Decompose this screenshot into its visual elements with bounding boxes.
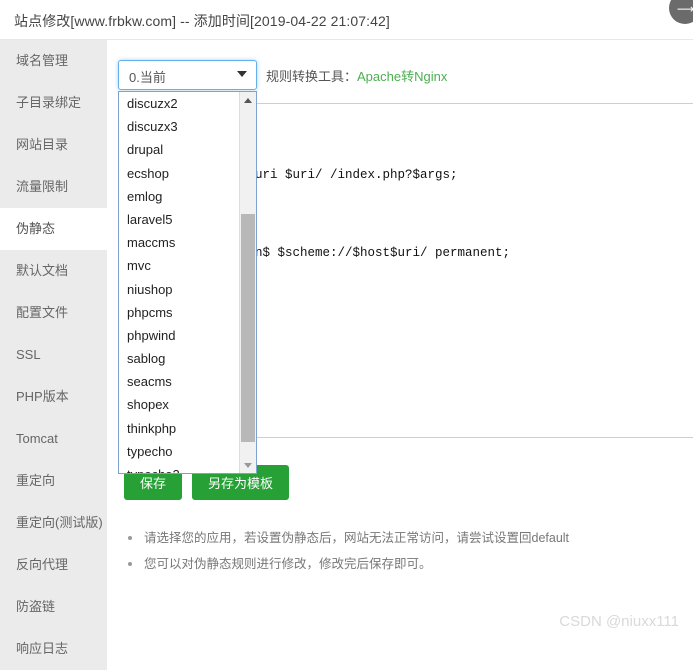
rules-textarea[interactable]: uri $uri/ /index.php?$args; n$ $scheme:/… <box>248 103 693 438</box>
sidebar-item[interactable]: PHP版本 <box>0 376 107 418</box>
watermark: CSDN @niuxx111 <box>559 613 679 630</box>
dropdown-option[interactable]: discuzx2 <box>119 92 239 115</box>
dropdown-option[interactable]: typecho <box>119 440 239 463</box>
window-titlebar: 站点修改[www.frbkw.com] -- 添加时间[2019-04-22 2… <box>0 0 693 40</box>
dropdown-option[interactable]: thinkphp <box>119 417 239 440</box>
notes-list: 请选择您的应用，若设置伪静态后，网站无法正常访问，请尝试设置回default 您可… <box>124 525 664 577</box>
sidebar-item[interactable]: 防盗链 <box>0 586 107 628</box>
app-select-value: 0.当前 <box>129 70 166 85</box>
triangle-down-glyph <box>244 463 252 468</box>
sidebar-item[interactable]: 子目录绑定 <box>0 82 107 124</box>
main-content: 0.当前 规则转换工具：Apache转Nginx uri $uri/ /inde… <box>107 40 693 648</box>
dropdown-option[interactable]: niushop <box>119 278 239 301</box>
triangle-down-icon[interactable] <box>240 457 256 473</box>
dropdown-option[interactable]: seacms <box>119 370 239 393</box>
dropdown-option[interactable]: drupal <box>119 138 239 161</box>
sidebar-item[interactable]: 重定向(测试版) <box>0 502 107 544</box>
app-select[interactable]: 0.当前 <box>118 60 257 90</box>
app-select-dropdown[interactable]: discuzx2 discuzx3 drupal ecshop emlog laravel… <box>118 91 257 474</box>
dropdown-option[interactable]: typecho2 <box>119 463 239 473</box>
expand-arrow-icon[interactable]: ⟶ <box>669 0 693 24</box>
dropdown-option[interactable]: maccms <box>119 231 239 254</box>
sidebar: 域名管理 子目录绑定 网站目录 流量限制 伪静态 默认文档 配置文件 SSL PHP版本 Tomc… <box>0 40 107 670</box>
chevron-down-icon <box>237 71 247 77</box>
triangle-up-icon[interactable] <box>240 92 256 108</box>
dropdown-scrollbar-thumb[interactable] <box>241 214 255 442</box>
sidebar-item[interactable]: 重定向 <box>0 460 107 502</box>
arrow-glyph: ⟶ <box>677 2 693 16</box>
sidebar-item[interactable]: 响应日志 <box>0 628 107 670</box>
toolbar-row: 0.当前 规则转换工具：Apache转Nginx <box>118 60 678 90</box>
converter-label: 规则转换工具： <box>266 69 358 84</box>
triangle-up-glyph <box>244 98 252 103</box>
converter-label-wrap: 规则转换工具：Apache转Nginx <box>266 66 447 85</box>
dropdown-option[interactable]: ecshop <box>119 162 239 185</box>
sidebar-item[interactable]: 域名管理 <box>0 40 107 82</box>
sidebar-item[interactable]: 配置文件 <box>0 292 107 334</box>
sidebar-item[interactable]: Tomcat <box>0 418 107 460</box>
dropdown-option-list: discuzx2 discuzx3 drupal ecshop emlog laravel… <box>119 92 239 473</box>
note-item: 请选择您的应用，若设置伪静态后，网站无法正常访问，请尝试设置回default <box>124 525 664 551</box>
sidebar-item[interactable]: 伪静态 <box>0 208 107 250</box>
dropdown-option[interactable]: mvc <box>119 254 239 277</box>
dropdown-option[interactable]: sablog <box>119 347 239 370</box>
sidebar-item[interactable]: 反向代理 <box>0 544 107 586</box>
dropdown-option[interactable]: laravel5 <box>119 208 239 231</box>
sidebar-item[interactable]: 网站目录 <box>0 124 107 166</box>
note-item: 您可以对伪静态规则进行修改，修改完后保存即可。 <box>124 551 664 577</box>
sidebar-item[interactable]: SSL <box>0 334 107 376</box>
sidebar-item[interactable]: 流量限制 <box>0 166 107 208</box>
dropdown-option[interactable]: emlog <box>119 185 239 208</box>
apache-to-nginx-link[interactable]: Apache转Nginx <box>357 69 447 84</box>
dropdown-option[interactable]: phpwind <box>119 324 239 347</box>
sidebar-item[interactable]: 默认文档 <box>0 250 107 292</box>
page-title: 站点修改[www.frbkw.com] -- 添加时间[2019-04-22 2… <box>14 13 390 29</box>
dropdown-option[interactable]: phpcms <box>119 301 239 324</box>
dropdown-scrollbar[interactable] <box>239 92 256 473</box>
dropdown-option[interactable]: shopex <box>119 393 239 416</box>
dropdown-option[interactable]: discuzx3 <box>119 115 239 138</box>
rules-textarea-content: uri $uri/ /index.php?$args; n$ $scheme:/… <box>255 168 511 260</box>
